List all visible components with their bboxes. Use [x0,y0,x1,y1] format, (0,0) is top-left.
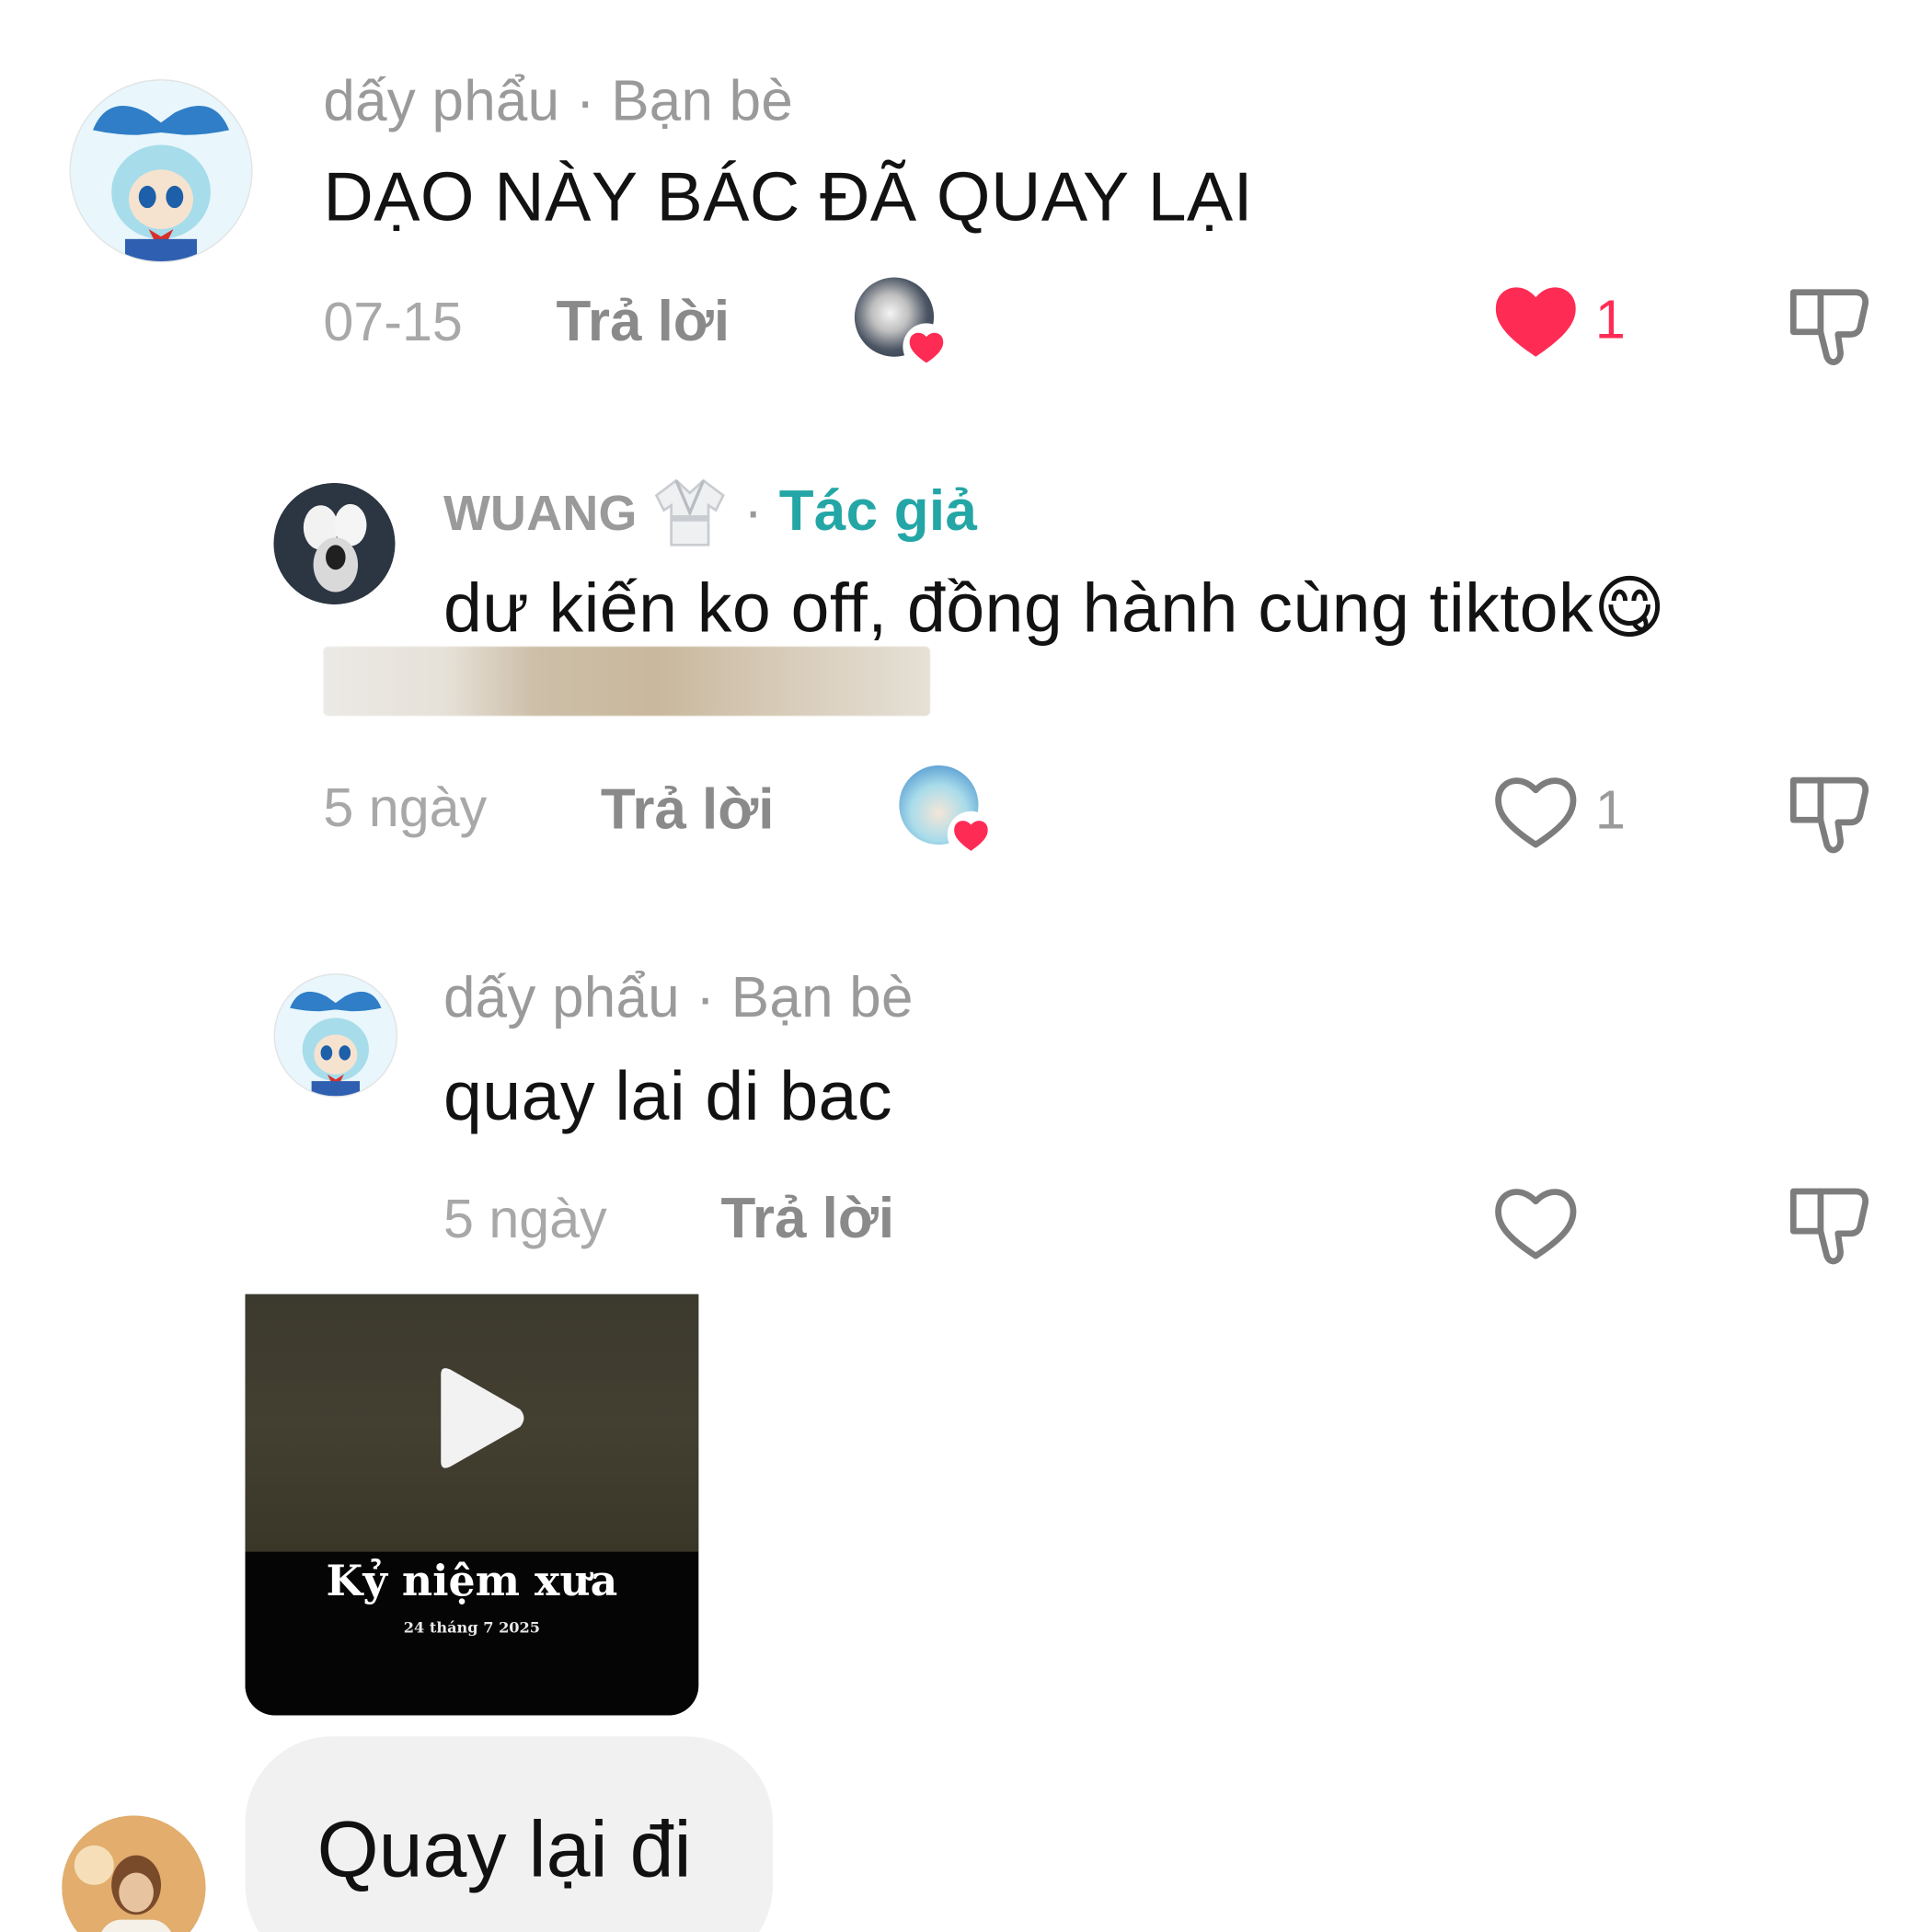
like-outline-icon[interactable] [1491,1179,1581,1264]
video-card[interactable]: Kỷ niệm xưa 24 tháng 7 2025 [245,1294,699,1716]
comment-time: 5 ngày [323,777,488,839]
comment-text: DẠO NÀY BÁC ĐÃ QUAY LẠI [323,156,1253,236]
comment-thread: dấy phẩu · Bạn bè DẠO NÀY BÁC ĐÃ QUAY LẠ… [0,0,1932,1932]
comment-text: quay lai di bac [443,1056,892,1135]
relation-tag: Bạn bè [611,68,794,133]
video-date: 24 tháng 7 2025 [403,1618,541,1637]
reply-button[interactable]: Trả lời [601,776,775,843]
like-outline-icon[interactable] [1491,768,1581,853]
attached-image-preview[interactable] [323,646,930,717]
dislike-icon[interactable] [1784,765,1878,859]
cat-avatar-icon [273,483,396,604]
comment-text: dư kiến ko off, đồng hành cùng tiktok😋 [443,568,1666,650]
comment-meta: dấy phẩu · Bạn bè [323,67,793,134]
cirno-avatar-icon [70,80,252,262]
emoji-yum-icon: 😋 [1593,568,1667,650]
avatar[interactable] [62,1815,206,1932]
comment-time: 07-15 [323,292,463,353]
cirno-avatar-icon [274,974,397,1097]
heart-icon [947,811,995,858]
author-tag: Tác giả [778,477,978,543]
comment-meta: dấy phẩu · Bạn bè [443,963,914,1030]
comment-time: 5 ngày [443,1189,607,1250]
liked-by-creator [899,765,995,858]
relation-tag: Bạn bè [730,964,914,1029]
comment-text-content: dư kiến ko off, đồng hành cùng tiktok [443,568,1594,647]
dislike-icon[interactable] [1784,278,1878,372]
like-count: 1 [1594,290,1626,351]
author-name[interactable]: WUANG [443,487,638,541]
comment-text: Quay lại đi [316,1804,692,1894]
comment-meta: WUANG · Tác giả [443,476,977,547]
avatar[interactable] [273,483,396,604]
video-title: Kỷ niệm xưa [326,1557,618,1607]
liked-by-creator [854,277,950,371]
heart-icon [903,323,950,371]
avatar[interactable] [273,973,398,1098]
person-avatar-icon [62,1815,206,1932]
dislike-icon[interactable] [1784,1177,1878,1271]
avatar[interactable] [69,79,253,263]
karate-gi-icon [654,478,725,546]
separator: · [575,68,595,133]
author-name[interactable]: dấy phẩu [323,68,559,132]
author-name[interactable]: dấy phẩu [443,965,680,1029]
reply-button[interactable]: Trả lời [720,1184,894,1251]
like-count: 1 [1594,780,1626,842]
separator: · [743,477,764,543]
like-filled-icon[interactable] [1491,278,1581,362]
play-icon[interactable] [431,1363,530,1474]
separator: · [696,964,716,1029]
reply-button[interactable]: Trả lời [556,287,730,354]
